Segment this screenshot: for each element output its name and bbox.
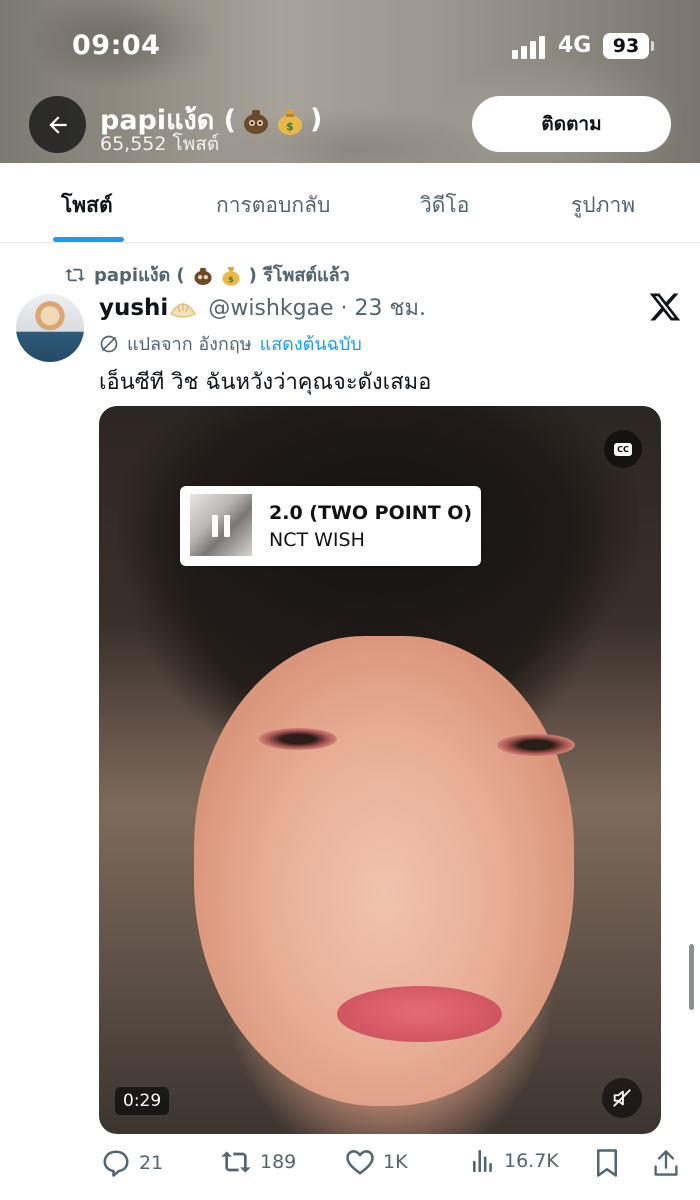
- repost-button[interactable]: 189: [220, 1148, 296, 1176]
- active-tab-indicator: [53, 237, 124, 242]
- tab-photos[interactable]: รูปภาพ: [571, 189, 635, 222]
- profile-tabs: โพสต์ การตอบกลับ วิดีโอ รูปภาพ: [0, 163, 700, 243]
- video-frame-eye-right: [497, 734, 575, 756]
- profile-header-banner: 09:04 4G 93 papiแง้ด ( $ ) 65,552 โพสต์ …: [0, 0, 700, 163]
- cc-icon: CC: [614, 442, 632, 456]
- post-count: 65,552 โพสต์: [100, 133, 220, 155]
- status-bar: 09:04 4G 93: [0, 0, 700, 90]
- album-art: [190, 494, 252, 556]
- song-sticker[interactable]: 2.0 (TWO POINT O) NCT WISH: [180, 486, 481, 566]
- money-bag-icon: $: [222, 266, 240, 286]
- signal-icon: [512, 35, 548, 59]
- money-bag-icon: $: [278, 108, 302, 135]
- follow-button[interactable]: ติดตาม: [472, 96, 671, 152]
- like-button[interactable]: 1K: [345, 1148, 408, 1176]
- author-name[interactable]: yushi: [99, 295, 168, 321]
- profile-name-close: ): [310, 104, 323, 135]
- tweet-text: เอ็นซีที วิช ฉันหวังว่าคุณจะดังเสมอ: [99, 370, 432, 395]
- battery-tip: [651, 41, 654, 51]
- repost-suffix: ) รีโพสต์แล้ว: [248, 265, 350, 286]
- like-count: 1K: [383, 1151, 408, 1173]
- views-count: 16.7K: [504, 1150, 559, 1172]
- dumpling-icon: [170, 302, 197, 318]
- reply-count: 21: [139, 1152, 164, 1174]
- bookmark-button[interactable]: [594, 1148, 620, 1178]
- tab-videos[interactable]: วิดีโอ: [420, 189, 469, 222]
- video-duration: 0:29: [115, 1087, 170, 1115]
- heart-icon: [346, 1150, 374, 1175]
- tab-posts[interactable]: โพสต์: [61, 189, 113, 222]
- show-original-link[interactable]: แสดงต้นฉบับ: [260, 329, 362, 358]
- views-chart-icon: [473, 1149, 492, 1173]
- song-title: 2.0 (TWO POINT O): [269, 502, 473, 524]
- share-icon: [654, 1150, 678, 1176]
- video-frame-eye-left: [259, 728, 337, 750]
- repost-icon: [65, 268, 85, 281]
- closed-captions-button[interactable]: CC: [604, 430, 642, 468]
- x-logo-icon: [649, 293, 681, 321]
- author-avatar[interactable]: [16, 294, 84, 362]
- back-button[interactable]: [29, 96, 86, 153]
- tweet-actions: 21 189 1K 16.7K: [0, 1142, 700, 1186]
- repost-indicator[interactable]: papiแง้ด ( $ ) รีโพสต์แล้ว: [64, 260, 350, 289]
- svg-text:$: $: [228, 275, 233, 284]
- repost-user: papiแง้ด (: [94, 265, 185, 286]
- repost-icon: [221, 1151, 251, 1173]
- tweet-video[interactable]: CC 2.0 (TWO POINT O) NCT WISH 0:29: [99, 406, 661, 1134]
- reply-icon: [103, 1150, 129, 1177]
- translate-icon: [100, 335, 118, 352]
- author-row: yushi @wishkgae · 23 ชม.: [99, 290, 426, 325]
- reply-button[interactable]: 21: [101, 1148, 163, 1178]
- status-time: 09:04: [72, 30, 161, 61]
- mute-button[interactable]: [602, 1078, 642, 1118]
- network-label: 4G: [558, 33, 592, 58]
- scrollbar[interactable]: [689, 944, 694, 1010]
- video-frame-lips: [337, 986, 502, 1042]
- translated-from-label: แปลจาก อังกฤษ: [127, 334, 252, 355]
- song-artist: NCT WISH: [269, 529, 365, 551]
- bookmark-icon: [597, 1149, 617, 1177]
- views-button[interactable]: 16.7K: [470, 1148, 559, 1174]
- translation-row: แปลจาก อังกฤษ แสดงต้นฉบับ: [99, 329, 362, 358]
- arrow-left-icon: [48, 115, 67, 134]
- svg-text:$: $: [286, 120, 294, 133]
- battery-icon: 93: [603, 33, 649, 59]
- money-bag-sloth-icon: [194, 267, 212, 285]
- share-button[interactable]: [652, 1148, 680, 1178]
- author-handle-time: @wishkgae · 23 ชม.: [208, 296, 426, 321]
- money-bag-sloth-icon: [244, 109, 268, 134]
- repost-count: 189: [260, 1151, 297, 1173]
- pause-icon[interactable]: [212, 515, 232, 537]
- tab-replies[interactable]: การตอบกลับ: [216, 189, 330, 222]
- speaker-muted-icon: [613, 1089, 631, 1107]
